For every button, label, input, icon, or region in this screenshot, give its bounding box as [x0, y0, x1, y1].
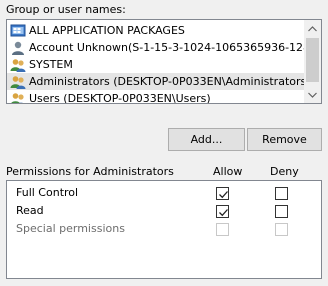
deny-checkbox[interactable]: [275, 187, 288, 200]
remove-button[interactable]: Remove: [247, 128, 322, 151]
group-or-user-names-label: Group or user names:: [6, 3, 126, 16]
listbox-scrollbar[interactable]: [304, 20, 321, 103]
permission-row: Read: [7, 202, 321, 220]
group-icon: [10, 91, 26, 103]
permissions-list: Full Control Read Special permissions: [6, 180, 322, 279]
scroll-down-arrow[interactable]: [304, 86, 321, 103]
user-list-item[interactable]: ALL APPLICATION PACKAGES: [7, 22, 304, 39]
app-packages-icon: [10, 23, 26, 39]
user-list-rows: ALL APPLICATION PACKAGES Account Unknown(…: [7, 20, 304, 103]
scroll-thumb[interactable]: [306, 38, 319, 82]
scroll-up-arrow[interactable]: [304, 20, 321, 37]
unknown-account-icon: [10, 40, 26, 56]
chevron-down-icon: [308, 92, 317, 98]
user-name-label: Account Unknown(S-1-15-3-1024-1065365936…: [29, 41, 304, 54]
user-name-label: ALL APPLICATION PACKAGES: [29, 24, 185, 37]
deny-column-header: Deny: [270, 165, 299, 178]
allow-checkbox: [216, 223, 229, 236]
allow-checkbox[interactable]: [216, 205, 229, 218]
permission-name: Special permissions: [16, 222, 125, 235]
user-name-label: Administrators (DESKTOP-0P033EN\Administ…: [29, 75, 304, 88]
group-user-listbox[interactable]: ALL APPLICATION PACKAGES Account Unknown(…: [6, 19, 322, 104]
permission-row: Special permissions: [7, 220, 321, 238]
permissions-title: Permissions for Administrators: [6, 165, 174, 178]
permission-name: Full Control: [16, 186, 79, 199]
group-icon: [10, 74, 26, 90]
allow-checkbox[interactable]: [216, 187, 229, 200]
permission-row: Full Control: [7, 184, 321, 202]
user-list-item[interactable]: Account Unknown(S-1-15-3-1024-1065365936…: [7, 39, 304, 56]
user-name-label: SYSTEM: [29, 58, 73, 71]
group-icon: [10, 57, 26, 73]
user-list-item[interactable]: Administrators (DESKTOP-0P033EN\Administ…: [7, 73, 304, 90]
add-button[interactable]: Add...: [168, 128, 245, 151]
user-list-item[interactable]: Users (DESKTOP-0P033EN\Users): [7, 90, 304, 103]
deny-checkbox: [275, 223, 288, 236]
allow-column-header: Allow: [213, 165, 243, 178]
deny-checkbox[interactable]: [275, 205, 288, 218]
checkmark-icon: [219, 209, 228, 217]
chevron-up-icon: [308, 25, 317, 31]
checkmark-icon: [219, 191, 228, 199]
permission-name: Read: [16, 204, 44, 217]
user-name-label: Users (DESKTOP-0P033EN\Users): [29, 92, 211, 103]
user-list-item[interactable]: SYSTEM: [7, 56, 304, 73]
